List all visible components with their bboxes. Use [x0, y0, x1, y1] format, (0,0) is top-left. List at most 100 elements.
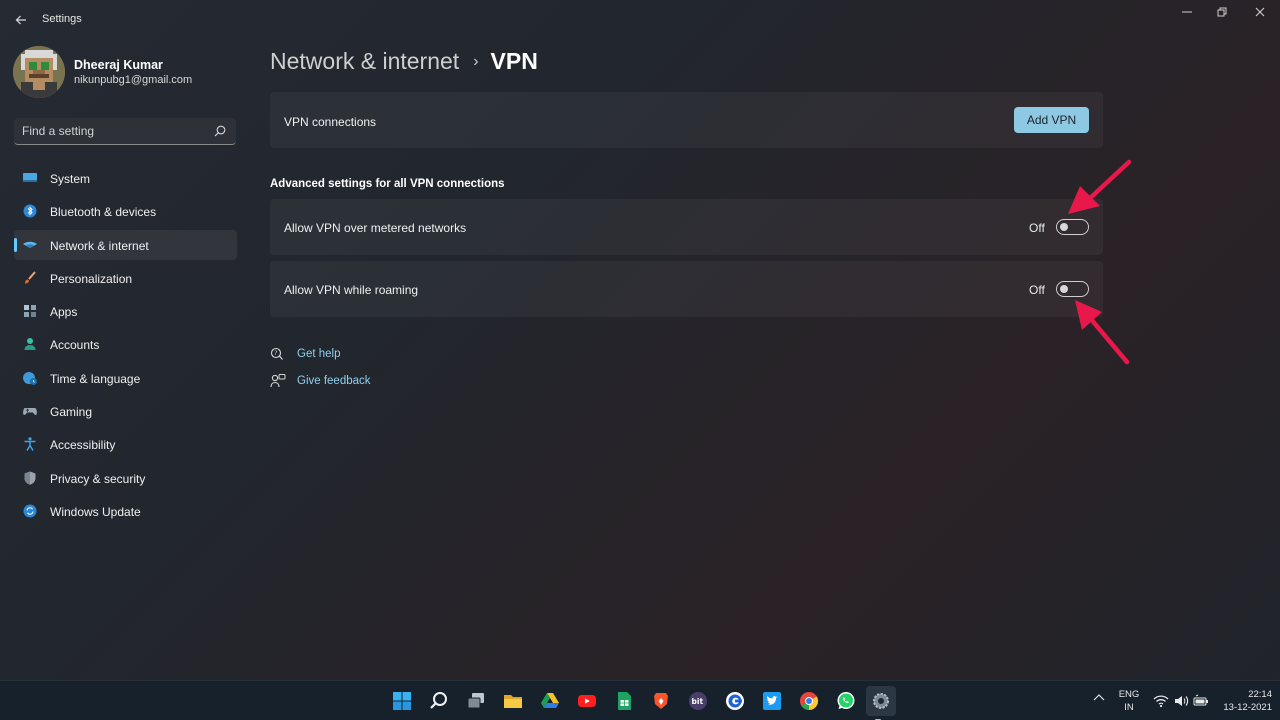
language-region: IN: [1124, 702, 1134, 713]
taskbar-task-view[interactable]: [464, 689, 488, 713]
minimize-icon: [1182, 11, 1192, 13]
taskbar-start[interactable]: [390, 689, 414, 713]
sidebar-item-label: Bluetooth & devices: [50, 205, 157, 220]
feedback-icon: [270, 374, 286, 388]
sidebar-item-personalization[interactable]: Personalization: [14, 263, 237, 293]
user-email: nikunpubg1@gmail.com: [74, 74, 193, 86]
bit-icon: bit: [689, 692, 707, 710]
setting-label: Allow VPN while roaming: [284, 283, 419, 297]
sidebar-item-accessibility[interactable]: Accessibility: [14, 429, 237, 459]
roaming-toggle[interactable]: [1056, 281, 1089, 297]
taskbar-youtube[interactable]: [575, 689, 599, 713]
chrome-icon: [800, 692, 819, 710]
restore-button[interactable]: [1207, 4, 1237, 22]
search-box[interactable]: [14, 118, 236, 145]
taskbar-bit[interactable]: bit: [686, 689, 710, 713]
taskbar-brave[interactable]: [649, 689, 673, 713]
network-icon: [23, 241, 37, 248]
taskbar-file-explorer[interactable]: [501, 689, 525, 713]
tray-overflow-button[interactable]: [1093, 692, 1105, 706]
close-button[interactable]: [1245, 4, 1275, 22]
vpn-connections-card: VPN connections Add VPN: [270, 92, 1103, 148]
sidebar-item-apps[interactable]: Apps: [14, 296, 237, 326]
sidebar-item-system[interactable]: System: [14, 163, 237, 193]
help-chat-icon: ?: [270, 347, 283, 360]
sidebar-item-label: Windows Update: [50, 504, 141, 519]
update-icon: [23, 504, 37, 518]
sidebar-item-time-language[interactable]: Time & language: [14, 363, 237, 393]
google-sheets-icon: [618, 692, 631, 710]
vpn-connections-label: VPN connections: [284, 115, 377, 129]
sidebar-item-label: Accessibility: [50, 438, 116, 453]
taskbar-twitter[interactable]: [760, 689, 784, 713]
sidebar-item-bluetooth[interactable]: Bluetooth & devices: [14, 196, 237, 226]
add-vpn-button[interactable]: Add VPN: [1014, 107, 1089, 133]
clock-date: 13-12-2021: [1223, 702, 1272, 713]
windows-start-icon: [393, 692, 411, 710]
arrow-left-icon: [15, 15, 26, 25]
twitter-icon: [763, 692, 781, 710]
shield-icon: [24, 471, 36, 485]
brave-icon: [654, 693, 668, 709]
minimize-button[interactable]: [1172, 4, 1202, 22]
file-explorer-icon: [504, 695, 522, 708]
setting-label: Allow VPN over metered networks: [284, 221, 467, 235]
give-feedback-label: Give feedback: [297, 375, 371, 387]
setting-row-roaming: Allow VPN while roaming Off: [270, 261, 1103, 317]
taskbar-ccleaner[interactable]: [723, 689, 747, 713]
chevron-up-icon: [1093, 694, 1105, 701]
get-help-label: Get help: [297, 348, 341, 360]
taskbar-settings[interactable]: [866, 686, 896, 720]
metered-networks-toggle[interactable]: [1056, 219, 1089, 235]
avatar[interactable]: [13, 46, 65, 98]
sidebar-item-label: Privacy & security: [50, 471, 146, 486]
sidebar-nav: System Bluetooth & devices Network & int…: [14, 163, 237, 529]
settings-icon: [873, 693, 889, 709]
sidebar-item-privacy[interactable]: Privacy & security: [14, 463, 237, 493]
google-drive-icon: [541, 693, 559, 708]
search-input[interactable]: [22, 123, 202, 139]
search-icon: [430, 692, 447, 709]
toggle-state-label: Off: [1029, 221, 1045, 235]
sidebar-item-label: Apps: [50, 305, 78, 320]
svg-text:bit: bit: [692, 697, 704, 706]
sidebar-item-label: Personalization: [50, 271, 133, 286]
sidebar-item-label: Network & internet: [50, 238, 149, 253]
volume-icon[interactable]: [1173, 693, 1189, 709]
brush-icon: [25, 271, 36, 284]
globe-clock-icon: [23, 371, 37, 385]
breadcrumb-parent[interactable]: Network & internet: [270, 48, 459, 74]
wifi-icon[interactable]: [1153, 693, 1169, 709]
sidebar-item-network[interactable]: Network & internet: [14, 229, 237, 260]
search-icon: [214, 125, 226, 137]
bluetooth-icon: [23, 204, 37, 218]
page-title: Network & internet › VPN: [270, 48, 538, 75]
toggle-state-label: Off: [1029, 283, 1045, 297]
whatsapp-icon: [837, 692, 855, 709]
back-button[interactable]: [10, 10, 32, 30]
sidebar-item-label: System: [50, 172, 91, 186]
sidebar-item-windows-update[interactable]: Windows Update: [14, 496, 237, 526]
sidebar-item-gaming[interactable]: Gaming: [14, 396, 237, 426]
taskbar-whatsapp[interactable]: [834, 689, 858, 713]
clock[interactable]: 22:14 13-12-2021: [1218, 688, 1272, 714]
taskbar: bit ENG IN 22:14 13-12-2021: [0, 680, 1280, 720]
app-title: Settings: [42, 13, 82, 25]
language-indicator[interactable]: ENG IN: [1117, 688, 1141, 714]
user-name: Dheeraj Kumar: [74, 58, 163, 72]
sidebar-item-label: Gaming: [50, 405, 93, 420]
battery-icon[interactable]: [1193, 693, 1209, 709]
taskbar-chrome[interactable]: [797, 689, 821, 713]
sidebar-item-accounts[interactable]: Accounts: [14, 329, 237, 359]
svg-text:?: ?: [274, 350, 277, 357]
accessibility-icon: [24, 437, 36, 452]
taskbar-google-drive[interactable]: [538, 689, 562, 713]
taskbar-search[interactable]: [427, 689, 451, 713]
clock-time: 22:14: [1248, 689, 1272, 700]
apps-icon: [24, 305, 36, 318]
gamepad-icon: [23, 408, 37, 416]
taskbar-google-sheets[interactable]: [612, 689, 636, 713]
section-heading: Advanced settings for all VPN connection…: [270, 178, 505, 190]
close-icon: [1255, 7, 1265, 17]
title-bar: Settings: [0, 0, 1280, 40]
